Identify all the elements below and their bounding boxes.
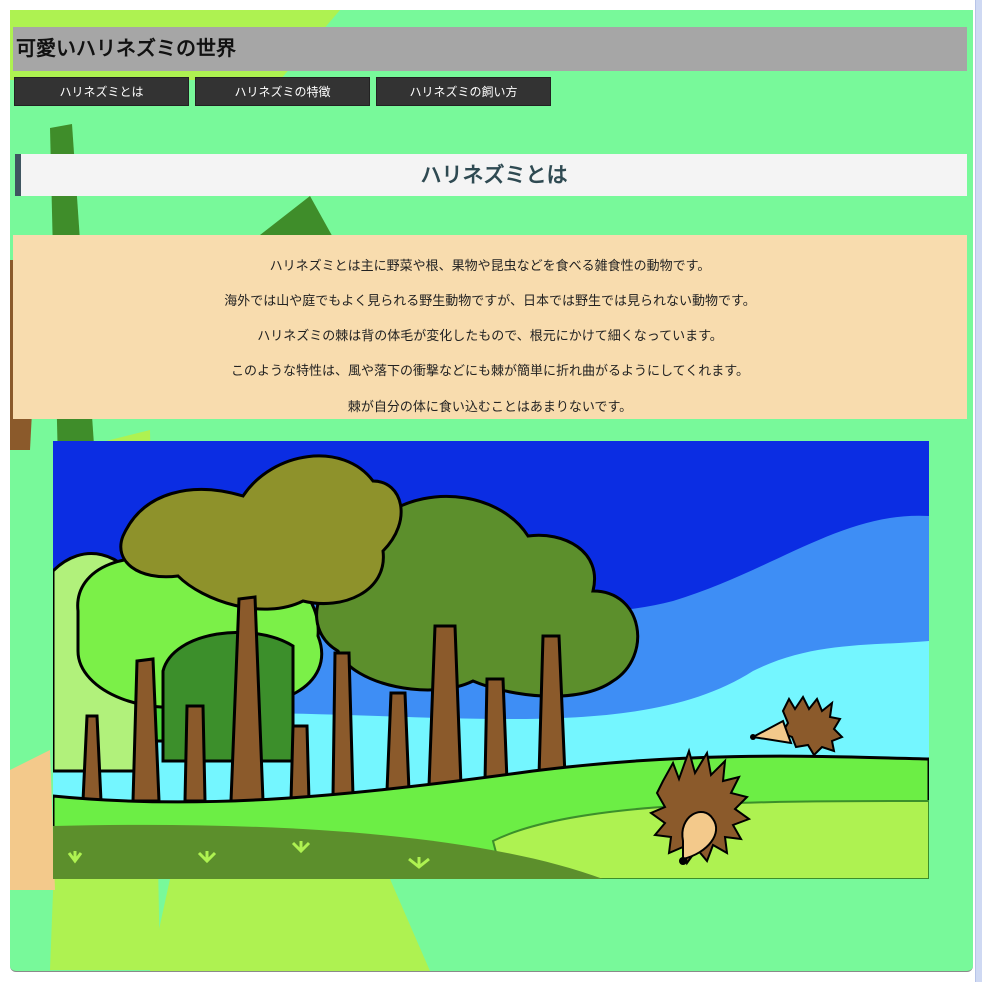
paragraph: このような特性は、風や落下の衝撃などにも棘が簡単に折れ曲がるようにしてくれます。 — [231, 364, 749, 379]
site-title: 可愛いハリネズミの世界 — [16, 36, 236, 60]
paragraph: ハリネズミの棘は背の体毛が変化したもので、根元にかけて細くなっています。 — [257, 329, 723, 344]
section-heading-bar: ハリネズミとは — [15, 154, 967, 196]
description-box: ハリネズミとは主に野菜や根、果物や昆虫などを食べる雑食性の動物です。 海外では山… — [13, 235, 967, 419]
nav-item-features[interactable]: ハリネズミの特徴 — [195, 77, 370, 106]
vertical-scrollbar[interactable] — [975, 0, 982, 982]
section-title: ハリネズミとは — [420, 163, 568, 187]
site-header: 可愛いハリネズミの世界 — [13, 27, 967, 71]
page-viewport: 可愛いハリネズミの世界 ハリネズミとは ハリネズミの特徴 ハリネズミの飼い方 ハ… — [10, 10, 973, 972]
nav-item-about[interactable]: ハリネズミとは — [14, 77, 189, 106]
hedgehog-forest-illustration — [53, 441, 929, 879]
paragraph: ハリネズミとは主に野菜や根、果物や昆虫などを食べる雑食性の動物です。 — [269, 259, 711, 274]
paragraph: 棘が自分の体に食い込むことはあまりないです。 — [347, 400, 633, 415]
nav-item-care[interactable]: ハリネズミの飼い方 — [376, 77, 551, 106]
paragraph: 海外では山や庭でもよく見られる野生動物ですが、日本では野生では見られない動物です… — [224, 294, 756, 309]
